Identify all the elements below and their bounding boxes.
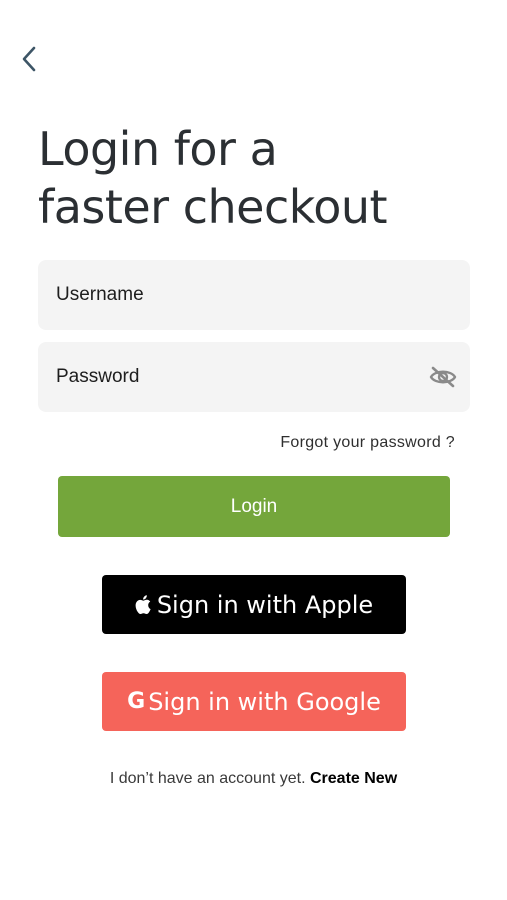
eye-off-icon	[429, 366, 457, 388]
google-icon: G	[127, 689, 146, 714]
password-field[interactable]	[38, 342, 470, 412]
password-input[interactable]	[56, 342, 428, 412]
title-line-2: faster checkout	[38, 180, 388, 234]
login-screen: Login for a faster checkout Forgot your …	[0, 0, 507, 900]
sign-in-apple-button[interactable]: Sign in with Apple	[102, 575, 406, 634]
signup-row: I don’t have an account yet. Create New	[0, 770, 507, 788]
title-line-1: Login for a	[38, 122, 278, 176]
username-field[interactable]	[38, 260, 470, 330]
back-button[interactable]	[14, 44, 44, 74]
no-account-text: I don’t have an account yet.	[109, 770, 306, 787]
login-button[interactable]: Login	[58, 476, 450, 537]
sign-in-google-button[interactable]: G Sign in with Google	[102, 672, 406, 731]
forgot-password-link[interactable]: Forgot your password ?	[280, 434, 455, 452]
google-button-label: Sign in with Google	[148, 687, 381, 716]
password-visibility-toggle[interactable]	[428, 362, 458, 392]
apple-button-label: Sign in with Apple	[156, 590, 374, 619]
page-title: Login for a faster checkout	[38, 120, 478, 236]
apple-icon	[135, 595, 151, 614]
chevron-left-icon	[22, 46, 36, 72]
username-input[interactable]	[56, 260, 452, 330]
create-account-link[interactable]: Create New	[310, 770, 397, 787]
